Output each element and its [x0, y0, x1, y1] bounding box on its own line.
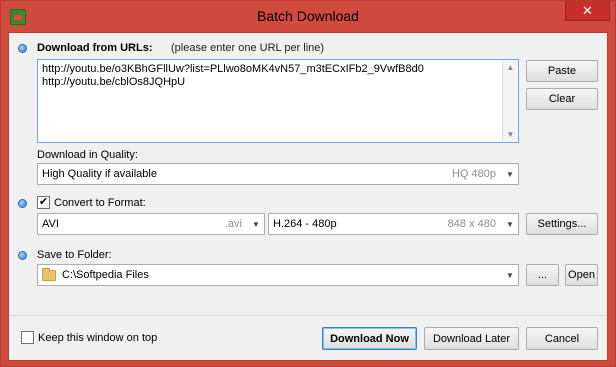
open-folder-button[interactable]: Open	[565, 264, 598, 286]
vertical-scrollbar[interactable]: ▲ ▼	[502, 60, 518, 142]
folder-select[interactable]: C:\Softpedia Files ▼	[37, 264, 519, 286]
url-line: http://youtu.be/cblOs8JQHpU	[42, 76, 186, 88]
convert-label[interactable]: Convert to Format:	[54, 197, 146, 209]
format-select[interactable]: AVI .avi ▼	[37, 213, 265, 235]
folder-icon	[42, 267, 56, 281]
chevron-down-icon[interactable]: ▼	[502, 214, 518, 234]
convert-checkbox[interactable]: ✔	[37, 196, 50, 209]
batch-download-window: Batch Download ✕ Download from URLs: (pl…	[0, 0, 616, 367]
chevron-down-icon[interactable]: ▼	[502, 164, 518, 184]
scroll-up-icon[interactable]: ▲	[503, 60, 518, 75]
format-extension: .avi	[224, 218, 242, 230]
codec-value: H.264 - 480p	[273, 218, 337, 230]
urls-label: Download from URLs:	[37, 42, 153, 54]
dialog-body: Download from URLs: (please enter one UR…	[8, 32, 608, 361]
chevron-down-icon[interactable]: ▼	[248, 214, 264, 234]
url-line: http://youtu.be/o3KBhGFllUw?list=PLlwo8o…	[42, 63, 424, 75]
download-later-button[interactable]: Download Later	[424, 327, 519, 350]
urls-textarea[interactable]: http://youtu.be/o3KBhGFllUw?list=PLlwo8o…	[37, 59, 519, 143]
scroll-down-icon[interactable]: ▼	[503, 127, 518, 142]
download-now-button[interactable]: Download Now	[322, 327, 417, 350]
folder-path: C:\Softpedia Files	[62, 269, 149, 281]
clear-button[interactable]: Clear	[526, 88, 598, 110]
codec-resolution: 848 x 480	[447, 218, 496, 230]
folder-label: Save to Folder:	[37, 249, 112, 261]
paste-button[interactable]: Paste	[526, 60, 598, 82]
settings-button[interactable]: Settings...	[526, 213, 598, 235]
quality-value: High Quality if available	[42, 168, 157, 180]
keep-on-top-label[interactable]: Keep this window on top	[38, 332, 157, 344]
quality-select[interactable]: High Quality if available HQ 480p ▼	[37, 163, 519, 185]
quality-label: Download in Quality:	[37, 149, 138, 161]
format-value: AVI	[42, 218, 59, 230]
window-title: Batch Download	[257, 8, 359, 24]
urls-hint: (please enter one URL per line)	[171, 42, 325, 54]
section-bullet-icon	[18, 199, 27, 208]
quality-resolution: HQ 480p	[451, 168, 496, 180]
cancel-button[interactable]: Cancel	[526, 327, 598, 350]
close-button[interactable]: ✕	[565, 1, 610, 21]
footer-bar: Keep this window on top Download Now Dow…	[9, 316, 607, 360]
title-bar[interactable]: Batch Download ✕	[1, 1, 615, 32]
codec-select[interactable]: H.264 - 480p 848 x 480 ▼	[268, 213, 519, 235]
keep-on-top-checkbox[interactable]	[21, 331, 34, 344]
chevron-down-icon[interactable]: ▼	[502, 265, 518, 285]
browse-button[interactable]: ...	[526, 264, 559, 286]
section-bullet-icon	[18, 44, 27, 53]
section-bullet-icon	[18, 251, 27, 260]
